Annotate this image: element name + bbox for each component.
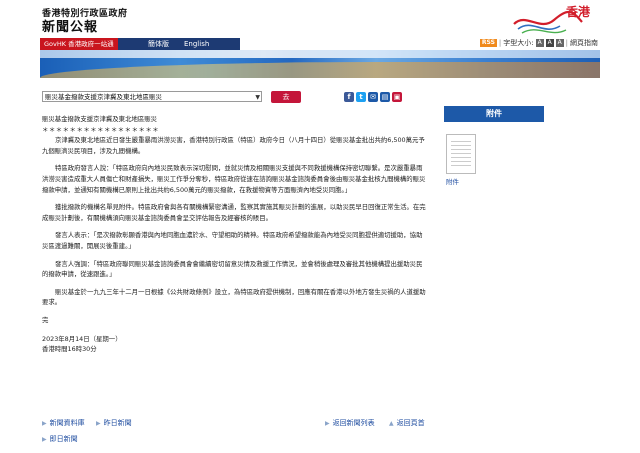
triangle-up-icon: ▲ [389, 419, 394, 427]
triangle-right-icon: ▶ [325, 419, 330, 427]
rss-icon[interactable]: RSS [479, 39, 497, 47]
back-to-top-link[interactable]: ▲ 返回頁首 [389, 418, 425, 428]
back-to-list-label: 返回新聞列表 [332, 419, 375, 427]
triangle-right-icon: ▶ [42, 435, 47, 443]
article-body: 賑災基金撥款支援京津冀及東北地區賑災 ＊＊＊＊＊＊＊＊＊＊＊＊＊＊＊＊＊ 京津冀… [42, 114, 428, 355]
article-paragraph: 京津冀及東北地區近日發生嚴重暴雨洪澇災害，香港特別行政區（特區）政府今日（八月十… [42, 136, 425, 155]
header-banner [40, 50, 600, 78]
attachment-heading: 附件 [444, 106, 544, 122]
email-icon[interactable]: ✉ [368, 92, 378, 102]
twitter-icon[interactable]: t [356, 92, 366, 102]
bookmark-icon[interactable]: ▣ [392, 92, 402, 102]
news-archive-label: 新聞資料庫 [49, 419, 85, 427]
article-paragraph: 賑災基金於一九九三年十二月一日根據《公共財政條例》設立，為特區政府提供機制，回應… [42, 287, 426, 307]
article-paragraph: 發言人表示：「是次撥款彰顯香港與內地同胞血濃於水、守望相助的精神。特區政府希望撥… [42, 231, 423, 250]
news-archive-link[interactable]: ▶ 新聞資料庫 [42, 418, 85, 428]
font-size-large-button[interactable]: A [555, 39, 564, 47]
title-underline-stars: ＊＊＊＊＊＊＊＊＊＊＊＊＊＊＊＊＊ [42, 125, 160, 134]
print-icon[interactable]: ▤ [380, 92, 390, 102]
article-paragraph: 特區政府發言人說：「特區政府向內地災民致表示深切慰問，並就災情及相關賑災支援與不… [42, 164, 426, 194]
triangle-right-icon: ▶ [42, 419, 47, 427]
font-size-small-button[interactable]: A [535, 39, 544, 47]
font-size-label: 字型大小: [503, 39, 534, 47]
go-button[interactable]: 去 [271, 91, 301, 103]
attachment-link[interactable]: 附件 [446, 176, 459, 186]
news-title-select[interactable]: 賑災基金撥款支援京津冀及東北地區賑災 ▼ [42, 91, 262, 102]
share-toolbar: f t ✉ ▤ ▣ [344, 92, 402, 102]
article-paragraph: 獲批撥款的機構名單見附件。特區政府會與各有關機構緊密溝通，監察其實施其賑災計劃的… [42, 203, 426, 222]
end-mark: 完 [42, 315, 49, 324]
banner-light-band [40, 50, 600, 58]
yesterday-news-label: 昨日新聞 [103, 419, 132, 427]
govhk-link[interactable]: GovHK 香港政府一站通 [40, 38, 118, 50]
divider: | [498, 39, 502, 47]
back-to-list-link[interactable]: ▶ 返回新聞列表 [325, 418, 375, 428]
simplified-chinese-link[interactable]: 簡体版 [148, 38, 169, 50]
publish-date: 2023年8月14日（星期一） [42, 334, 122, 343]
banner-wave [40, 62, 600, 78]
facebook-icon[interactable]: f [344, 92, 354, 102]
english-link[interactable]: English [184, 38, 209, 50]
today-news-link[interactable]: ▶ 即日新聞 [42, 434, 78, 444]
font-size-medium-button[interactable]: A [545, 39, 554, 47]
site-title: 新聞公報 [42, 20, 99, 35]
triangle-right-icon: ▶ [96, 419, 101, 427]
attachment-thumbnail[interactable] [446, 134, 476, 174]
utility-bar: RSS | 字型大小: A A A | 網頁指南 [479, 37, 598, 49]
article-title: 賑災基金撥款支援京津冀及東北地區賑災 [42, 115, 158, 123]
brand-logo-text: 香港 [566, 5, 591, 19]
accessibility-guide-link[interactable]: 網頁指南 [570, 38, 598, 48]
top-navbar: GovHK 香港政府一站通 簡体版 English [40, 38, 240, 50]
yesterday-news-link[interactable]: ▶ 昨日新聞 [96, 418, 132, 428]
chevron-down-icon: ▼ [255, 94, 260, 101]
today-news-label: 即日新聞 [49, 435, 78, 443]
publish-time: 香港時間16時30分 [42, 345, 97, 354]
select-value: 賑災基金撥款支援京津冀及東北地區賑災 [45, 93, 162, 101]
divider: | [565, 39, 568, 47]
article-paragraph: 發言人強調：「特區政府聯同賑災基金諮詢委員會會繼續密切留意災情及救援工作情況，並… [42, 259, 423, 279]
back-to-top-label: 返回頁首 [396, 419, 425, 427]
